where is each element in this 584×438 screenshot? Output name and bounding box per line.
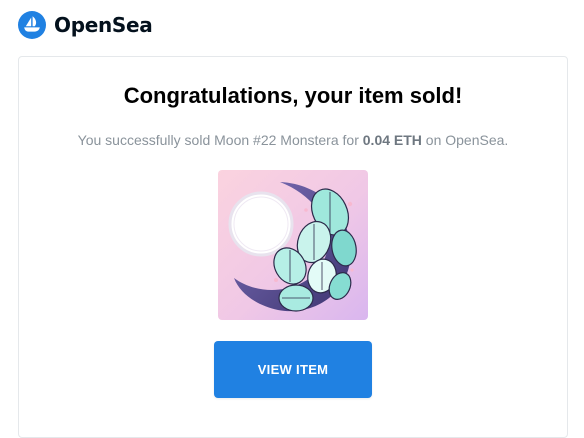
sale-notification-card: Congratulations, your item sold! You suc…: [18, 56, 568, 438]
sale-amount: 0.04 ETH: [362, 132, 422, 148]
nft-item-image[interactable]: [218, 170, 368, 320]
page-title: Congratulations, your item sold!: [123, 83, 463, 108]
brand-name: OpenSea: [54, 13, 153, 37]
opensea-logo-icon[interactable]: [18, 11, 46, 39]
message-suffix: on OpenSea.: [421, 132, 509, 148]
sale-message: You successfully sold Moon #22 Monstera …: [19, 132, 567, 148]
email-header: OpenSea: [18, 10, 153, 40]
view-item-button[interactable]: VIEW ITEM: [214, 341, 372, 398]
message-prefix: You successfully sold Moon #22 Monstera …: [77, 132, 363, 148]
